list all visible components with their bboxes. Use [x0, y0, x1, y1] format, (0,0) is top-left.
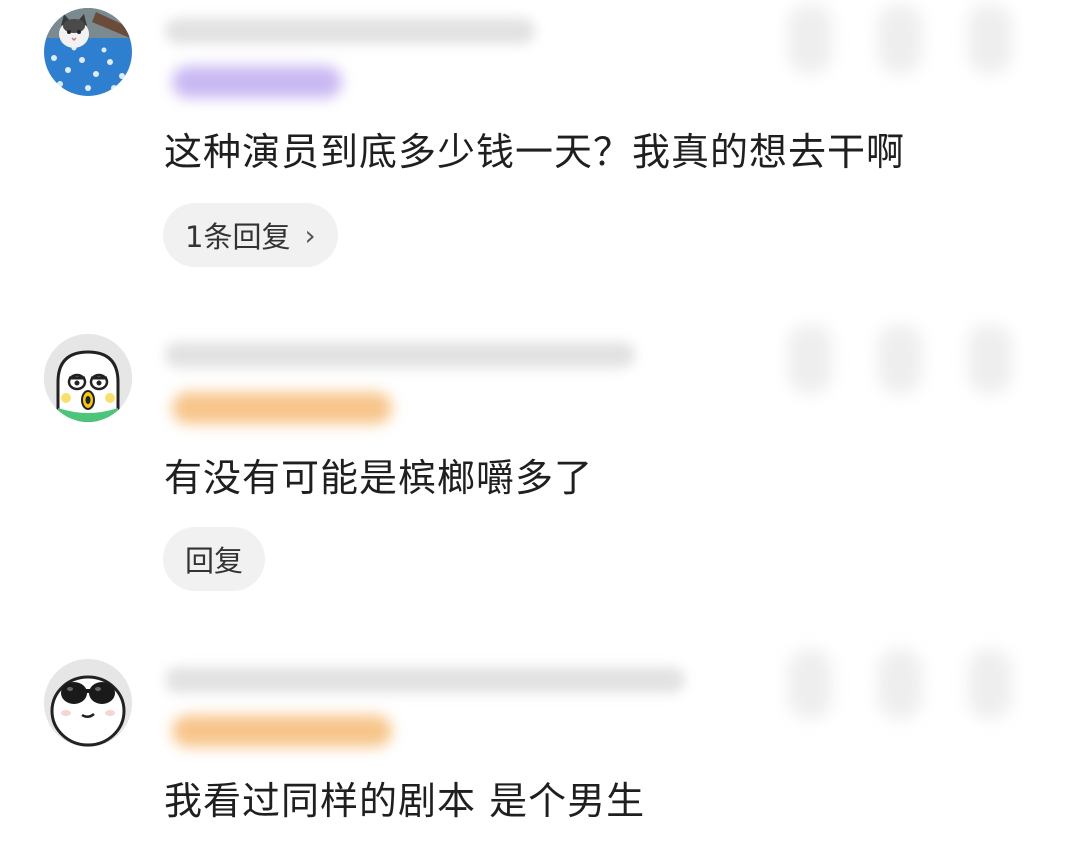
- username-time-location-redacted: [165, 18, 535, 44]
- user-avatar[interactable]: [44, 659, 132, 747]
- like-button-redacted[interactable]: [788, 649, 832, 719]
- dislike-button-redacted[interactable]: [878, 4, 922, 74]
- share-button-redacted[interactable]: [968, 324, 1012, 394]
- user-badge-redacted: [172, 66, 342, 98]
- reply-count-label: 1条回复: [185, 220, 291, 254]
- user-avatar[interactable]: [44, 334, 132, 422]
- view-replies-button[interactable]: 1条回复 ›: [163, 203, 338, 267]
- chevron-right-icon: ›: [304, 218, 316, 252]
- cat-avatar-icon: [44, 8, 132, 96]
- like-button-redacted[interactable]: [788, 324, 832, 394]
- user-badge-redacted: [172, 392, 392, 424]
- comment-item: 我看过同样的剧本 是个男生: [0, 645, 1080, 847]
- username-time-location-redacted: [165, 667, 685, 693]
- dislike-button-redacted[interactable]: [878, 649, 922, 719]
- comment-text: 我看过同样的剧本 是个男生: [164, 779, 646, 823]
- username-time-location-redacted: [165, 342, 635, 368]
- share-button-redacted[interactable]: [968, 649, 1012, 719]
- like-button-redacted[interactable]: [788, 4, 832, 74]
- dislike-button-redacted[interactable]: [878, 324, 922, 394]
- reply-button[interactable]: 回复: [163, 527, 266, 591]
- user-badge-redacted: [172, 715, 392, 747]
- comment-item: 这种演员到底多少钱一天？我真的想去干啊 1条回复 ›: [0, 0, 1080, 280]
- share-button-redacted[interactable]: [968, 4, 1012, 74]
- comment-text: 这种演员到底多少钱一天？我真的想去干啊: [164, 130, 906, 174]
- cartoon-chick-avatar-icon: [44, 334, 132, 422]
- reply-label: 回复: [185, 544, 244, 578]
- sunglasses-face-avatar-icon: [44, 659, 132, 747]
- user-avatar[interactable]: [44, 8, 132, 96]
- comment-text: 有没有可能是槟榔嚼多了: [164, 456, 594, 500]
- comment-item: 有没有可能是槟榔嚼多了 回复: [0, 320, 1080, 600]
